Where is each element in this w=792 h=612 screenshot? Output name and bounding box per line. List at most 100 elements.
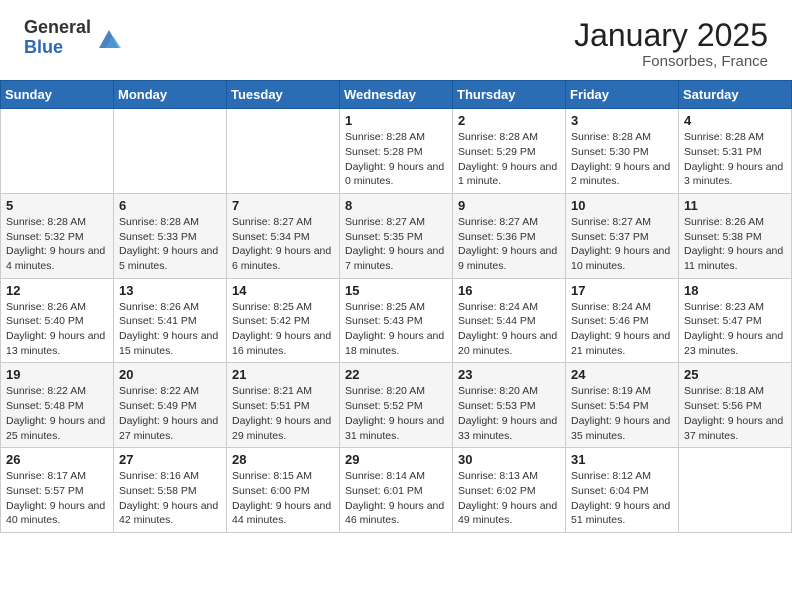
calendar-cell: 5 Sunrise: 8:28 AMSunset: 5:32 PMDaylight… xyxy=(1,193,114,278)
cell-info: Sunrise: 8:25 AMSunset: 5:42 PMDaylight:… xyxy=(232,300,334,359)
calendar-cell: 29 Sunrise: 8:14 AMSunset: 6:01 PMDayligh… xyxy=(340,448,453,533)
calendar-cell: 6Sunrise: 8:28 AMSunset: 5:33 PMDaylight… xyxy=(114,193,227,278)
cell-info: Sunrise: 8:27 AMSunset: 5:35 PMDaylight:… xyxy=(345,215,447,274)
cell-info: Sunrise: 8:27 AMSunset: 5:34 PMDaylight:… xyxy=(232,215,334,274)
calendar-cell: 20Sunrise: 8:22 AMSunset: 5:49 PMDayligh… xyxy=(114,363,227,448)
calendar-cell: 30 Sunrise: 8:13 AMSunset: 6:02 PMDayligh… xyxy=(453,448,566,533)
calendar-cell: 24 Sunrise: 8:19 AMSunset: 5:54 PMDayligh… xyxy=(566,363,679,448)
cell-info: Sunrise: 8:27 AMSunset: 5:36 PMDaylight:… xyxy=(458,215,560,274)
day-number: 25 xyxy=(684,367,786,382)
cell-info: Sunrise: 8:24 AMSunset: 5:44 PMDaylight:… xyxy=(458,300,560,359)
calendar-cell: 11Sunrise: 8:26 AMSunset: 5:38 PMDayligh… xyxy=(679,193,792,278)
cell-info: Sunrise: 8:12 AMSunset: 6:04 PMDaylight:… xyxy=(571,469,673,528)
cell-info: Sunrise: 8:13 AMSunset: 6:02 PMDaylight:… xyxy=(458,469,560,528)
day-number: 19 xyxy=(6,367,108,382)
day-number: 27 xyxy=(119,452,221,467)
location: Fonsorbes, France xyxy=(574,53,768,70)
day-number: 12 xyxy=(6,283,108,298)
calendar-cell: 26 Sunrise: 8:17 AMSunset: 5:57 PMDayligh… xyxy=(1,448,114,533)
day-number: 13 xyxy=(119,283,221,298)
logo: General Blue xyxy=(24,18,123,58)
cell-info: Sunrise: 8:17 AMSunset: 5:57 PMDaylight:… xyxy=(6,469,108,528)
cell-info: Sunrise: 8:24 AMSunset: 5:46 PMDaylight:… xyxy=(571,300,673,359)
calendar-cell xyxy=(1,109,114,194)
day-number: 1 xyxy=(345,113,447,128)
day-number: 10 xyxy=(571,198,673,213)
header-sunday: Sunday xyxy=(1,81,114,109)
calendar-cell: 22Sunrise: 8:20 AMSunset: 5:52 PMDayligh… xyxy=(340,363,453,448)
day-number: 8 xyxy=(345,198,447,213)
title-block: January 2025 Fonsorbes, France xyxy=(574,18,768,70)
calendar-cell: 31 Sunrise: 8:12 AMSunset: 6:04 PMDayligh… xyxy=(566,448,679,533)
cell-info: Sunrise: 8:28 AMSunset: 5:30 PMDaylight:… xyxy=(571,130,673,189)
calendar-cell: 9 Sunrise: 8:27 AMSunset: 5:36 PMDaylight… xyxy=(453,193,566,278)
day-number: 23 xyxy=(458,367,560,382)
cell-info: Sunrise: 8:28 AMSunset: 5:29 PMDaylight:… xyxy=(458,130,560,189)
day-number: 24 xyxy=(571,367,673,382)
cell-info: Sunrise: 8:19 AMSunset: 5:54 PMDaylight:… xyxy=(571,384,673,443)
day-number: 20 xyxy=(119,367,221,382)
calendar-cell: 16 Sunrise: 8:24 AMSunset: 5:44 PMDayligh… xyxy=(453,278,566,363)
calendar-cell: 12 Sunrise: 8:26 AMSunset: 5:40 PMDayligh… xyxy=(1,278,114,363)
day-number: 29 xyxy=(345,452,447,467)
day-number: 2 xyxy=(458,113,560,128)
calendar-cell xyxy=(679,448,792,533)
calendar-cell xyxy=(227,109,340,194)
calendar-cell xyxy=(114,109,227,194)
day-number: 28 xyxy=(232,452,334,467)
cell-info: Sunrise: 8:26 AMSunset: 5:41 PMDaylight:… xyxy=(119,300,221,359)
month-title: January 2025 xyxy=(574,18,768,53)
calendar-cell: 3 Sunrise: 8:28 AMSunset: 5:30 PMDaylight… xyxy=(566,109,679,194)
cell-info: Sunrise: 8:21 AMSunset: 5:51 PMDaylight:… xyxy=(232,384,334,443)
calendar-cell: 15Sunrise: 8:25 AMSunset: 5:43 PMDayligh… xyxy=(340,278,453,363)
calendar-cell: 2 Sunrise: 8:28 AMSunset: 5:29 PMDaylight… xyxy=(453,109,566,194)
cell-info: Sunrise: 8:26 AMSunset: 5:40 PMDaylight:… xyxy=(6,300,108,359)
day-number: 15 xyxy=(345,283,447,298)
cell-info: Sunrise: 8:28 AMSunset: 5:31 PMDaylight:… xyxy=(684,130,786,189)
day-number: 31 xyxy=(571,452,673,467)
calendar-week-row: 5 Sunrise: 8:28 AMSunset: 5:32 PMDaylight… xyxy=(1,193,792,278)
logo-general-text: General xyxy=(24,18,91,38)
header-friday: Friday xyxy=(566,81,679,109)
page-header: General Blue January 2025 Fonsorbes, Fra… xyxy=(0,0,792,80)
header-tuesday: Tuesday xyxy=(227,81,340,109)
calendar-cell: 7Sunrise: 8:27 AMSunset: 5:34 PMDaylight… xyxy=(227,193,340,278)
day-number: 3 xyxy=(571,113,673,128)
logo-blue-text: Blue xyxy=(24,38,91,58)
calendar-cell: 13 Sunrise: 8:26 AMSunset: 5:41 PMDayligh… xyxy=(114,278,227,363)
cell-info: Sunrise: 8:18 AMSunset: 5:56 PMDaylight:… xyxy=(684,384,786,443)
cell-info: Sunrise: 8:27 AMSunset: 5:37 PMDaylight:… xyxy=(571,215,673,274)
header-saturday: Saturday xyxy=(679,81,792,109)
cell-info: Sunrise: 8:20 AMSunset: 5:53 PMDaylight:… xyxy=(458,384,560,443)
cell-info: Sunrise: 8:20 AMSunset: 5:52 PMDaylight:… xyxy=(345,384,447,443)
day-number: 30 xyxy=(458,452,560,467)
day-number: 9 xyxy=(458,198,560,213)
calendar-cell: 28 Sunrise: 8:15 AMSunset: 6:00 PMDayligh… xyxy=(227,448,340,533)
calendar-cell: 19 Sunrise: 8:22 AMSunset: 5:48 PMDayligh… xyxy=(1,363,114,448)
calendar-cell: 14 Sunrise: 8:25 AMSunset: 5:42 PMDayligh… xyxy=(227,278,340,363)
cell-info: Sunrise: 8:16 AMSunset: 5:58 PMDaylight:… xyxy=(119,469,221,528)
cell-info: Sunrise: 8:15 AMSunset: 6:00 PMDaylight:… xyxy=(232,469,334,528)
header-thursday: Thursday xyxy=(453,81,566,109)
cell-info: Sunrise: 8:22 AMSunset: 5:48 PMDaylight:… xyxy=(6,384,108,443)
calendar-header-row: SundayMondayTuesdayWednesdayThursdayFrid… xyxy=(1,81,792,109)
day-number: 14 xyxy=(232,283,334,298)
calendar-week-row: 26 Sunrise: 8:17 AMSunset: 5:57 PMDayligh… xyxy=(1,448,792,533)
calendar-cell: 23 Sunrise: 8:20 AMSunset: 5:53 PMDayligh… xyxy=(453,363,566,448)
header-wednesday: Wednesday xyxy=(340,81,453,109)
header-monday: Monday xyxy=(114,81,227,109)
calendar-cell: 25 Sunrise: 8:18 AMSunset: 5:56 PMDayligh… xyxy=(679,363,792,448)
day-number: 26 xyxy=(6,452,108,467)
calendar-cell: 8 Sunrise: 8:27 AMSunset: 5:35 PMDaylight… xyxy=(340,193,453,278)
cell-info: Sunrise: 8:14 AMSunset: 6:01 PMDaylight:… xyxy=(345,469,447,528)
day-number: 5 xyxy=(6,198,108,213)
day-number: 16 xyxy=(458,283,560,298)
calendar-week-row: 1Sunrise: 8:28 AMSunset: 5:28 PMDaylight… xyxy=(1,109,792,194)
calendar-cell: 1Sunrise: 8:28 AMSunset: 5:28 PMDaylight… xyxy=(340,109,453,194)
cell-info: Sunrise: 8:28 AMSunset: 5:32 PMDaylight:… xyxy=(6,215,108,274)
day-number: 18 xyxy=(684,283,786,298)
cell-info: Sunrise: 8:26 AMSunset: 5:38 PMDaylight:… xyxy=(684,215,786,274)
calendar-cell: 27 Sunrise: 8:16 AMSunset: 5:58 PMDayligh… xyxy=(114,448,227,533)
cell-info: Sunrise: 8:28 AMSunset: 5:33 PMDaylight:… xyxy=(119,215,221,274)
cell-info: Sunrise: 8:23 AMSunset: 5:47 PMDaylight:… xyxy=(684,300,786,359)
